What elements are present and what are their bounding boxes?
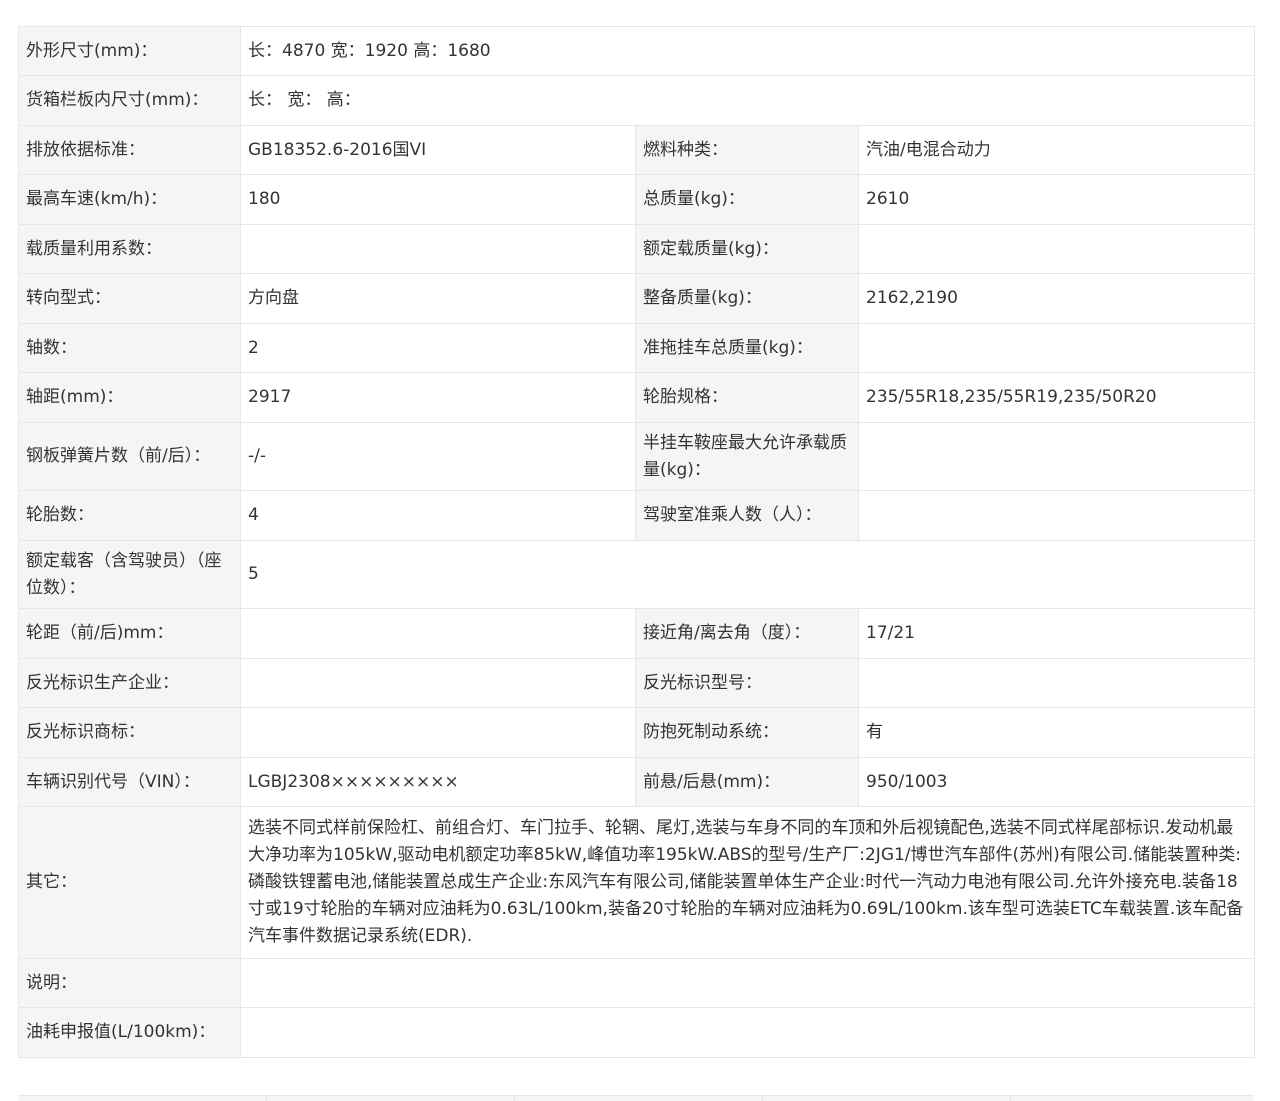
spec-value: 汽油/电混合动力 (857, 125, 1256, 175)
spec-row-cargo-box: 货箱栏板内尺寸(mm)： 长： 宽： 高： (18, 75, 1256, 126)
spec-label: 驾驶室准乘人数（人）： (635, 490, 859, 541)
spec-label: 反光标识型号： (635, 658, 859, 708)
spec-value: -/- (240, 422, 636, 491)
spec-row-dimensions: 外形尺寸(mm)： 长：4870 宽：1920 高：1680 (18, 26, 1256, 76)
spec-row-steering-curb: 转向型式： 方向盘 整备质量(kg)： 2162,2190 (18, 273, 1256, 324)
spec-value: 180 (240, 174, 636, 225)
spec-label: 接近角/离去角（度）： (635, 608, 859, 659)
spec-label: 反光标识生产企业： (18, 658, 241, 708)
spec-row-reflector-abs: 反光标识商标： 防抱死制动系统： 有 (18, 707, 1256, 758)
next-table-top-edge (18, 1095, 1254, 1101)
spec-label: 排放依据标准： (18, 125, 241, 175)
spec-row-passengers: 额定载客（含驾驶员）（座位数）： 5 (18, 540, 1256, 609)
spec-label: 反光标识商标： (18, 707, 241, 758)
spec-row-axles-trailer: 轴数： 2 准拖挂车总质量(kg)： (18, 323, 1256, 373)
spec-label: 最高车速(km/h)： (18, 174, 241, 225)
spec-value: 2162,2190 (857, 273, 1256, 324)
spec-row-reflector-maker: 反光标识生产企业： 反光标识型号： (18, 658, 1256, 708)
spec-value (857, 422, 1256, 491)
spec-value: 有 (857, 707, 1256, 758)
spec-value (240, 658, 636, 708)
spec-label: 前悬/后悬(mm)： (635, 757, 859, 807)
next-table-divider (1010, 1096, 1011, 1101)
spec-row-tire-count-cab: 轮胎数： 4 驾驶室准乘人数（人）： (18, 490, 1256, 541)
spec-label: 车辆识别代号（VIN）： (18, 757, 241, 807)
spec-value: 17/21 (857, 608, 1256, 659)
spec-row-speed-mass: 最高车速(km/h)： 180 总质量(kg)： 2610 (18, 174, 1256, 225)
vehicle-spec-table: 外形尺寸(mm)： 长：4870 宽：1920 高：1680 货箱栏板内尺寸(m… (18, 26, 1256, 1058)
spec-label: 轮胎数： (18, 490, 241, 541)
spec-value (239, 1007, 1256, 1058)
spec-value (240, 224, 636, 274)
spec-label: 轮距（前/后)mm： (18, 608, 241, 659)
spec-row-vin-overhang: 车辆识别代号（VIN）： LGBJ2308××××××××× 前悬/后悬(mm)… (18, 757, 1256, 807)
spec-label: 转向型式： (18, 273, 241, 324)
spec-label: 轮胎规格： (635, 372, 859, 423)
next-table-divider (266, 1096, 267, 1101)
spec-label: 轴距(mm)： (18, 372, 241, 423)
spec-label: 载质量利用系数： (18, 224, 241, 274)
spec-row-other: 其它： 选装不同式样前保险杠、前组合灯、车门拉手、轮辋、尾灯,选装与车身不同的车… (18, 806, 1256, 959)
spec-value (857, 658, 1256, 708)
spec-label: 准拖挂车总质量(kg)： (635, 323, 859, 373)
spec-row-notes: 说明： (18, 958, 1256, 1008)
spec-label: 轴数： (18, 323, 241, 373)
spec-value (857, 323, 1256, 373)
spec-label: 其它： (18, 806, 241, 959)
spec-value-long: 选装不同式样前保险杠、前组合灯、车门拉手、轮辋、尾灯,选装与车身不同的车顶和外后… (239, 806, 1256, 959)
spec-label: 防抱死制动系统： (635, 707, 859, 758)
spec-value (857, 224, 1256, 274)
spec-label: 额定载客（含驾驶员）（座位数）： (18, 540, 241, 609)
spec-label: 半挂车鞍座最大允许承载质量(kg)： (635, 422, 859, 491)
spec-row-track-angles: 轮距（前/后)mm： 接近角/离去角（度）： 17/21 (18, 608, 1256, 659)
spec-value (240, 608, 636, 659)
spec-value: 2610 (857, 174, 1256, 225)
spec-value (857, 490, 1256, 541)
spec-label: 额定载质量(kg)： (635, 224, 859, 274)
spec-row-load: 载质量利用系数： 额定载质量(kg)： (18, 224, 1256, 274)
spec-label: 整备质量(kg)： (635, 273, 859, 324)
spec-label: 说明： (18, 958, 241, 1008)
spec-label: 钢板弹簧片数（前/后）： (18, 422, 241, 491)
spec-value: 950/1003 (857, 757, 1256, 807)
spec-label: 货箱栏板内尺寸(mm)： (18, 75, 241, 126)
spec-value: 长： 宽： 高： (239, 75, 1256, 126)
spec-value: GB18352.6-2016国VI (240, 125, 636, 175)
spec-row-springs-saddle: 钢板弹簧片数（前/后）： -/- 半挂车鞍座最大允许承载质量(kg)： (18, 422, 1256, 491)
spec-row-emission-fuel: 排放依据标准： GB18352.6-2016国VI 燃料种类： 汽油/电混合动力 (18, 125, 1256, 175)
spec-label: 油耗申报值(L/100km)： (18, 1007, 241, 1058)
spec-value: 5 (239, 540, 1256, 609)
spec-label: 外形尺寸(mm)： (18, 26, 241, 76)
spec-value: LGBJ2308××××××××× (240, 757, 636, 807)
next-table-divider (762, 1096, 763, 1101)
spec-value (239, 958, 1256, 1008)
spec-row-wheelbase-tires: 轴距(mm)： 2917 轮胎规格： 235/55R18,235/55R19,2… (18, 372, 1256, 423)
spec-value (240, 707, 636, 758)
spec-value: 2 (240, 323, 636, 373)
spec-value: 长：4870 宽：1920 高：1680 (239, 26, 1256, 76)
spec-value: 方向盘 (240, 273, 636, 324)
next-table-divider (514, 1096, 515, 1101)
spec-value: 2917 (240, 372, 636, 423)
spec-row-fuel-consumption: 油耗申报值(L/100km)： (18, 1007, 1256, 1058)
spec-label: 总质量(kg)： (635, 174, 859, 225)
spec-value: 235/55R18,235/55R19,235/50R20 (857, 372, 1256, 423)
spec-value: 4 (240, 490, 636, 541)
spec-label: 燃料种类： (635, 125, 859, 175)
